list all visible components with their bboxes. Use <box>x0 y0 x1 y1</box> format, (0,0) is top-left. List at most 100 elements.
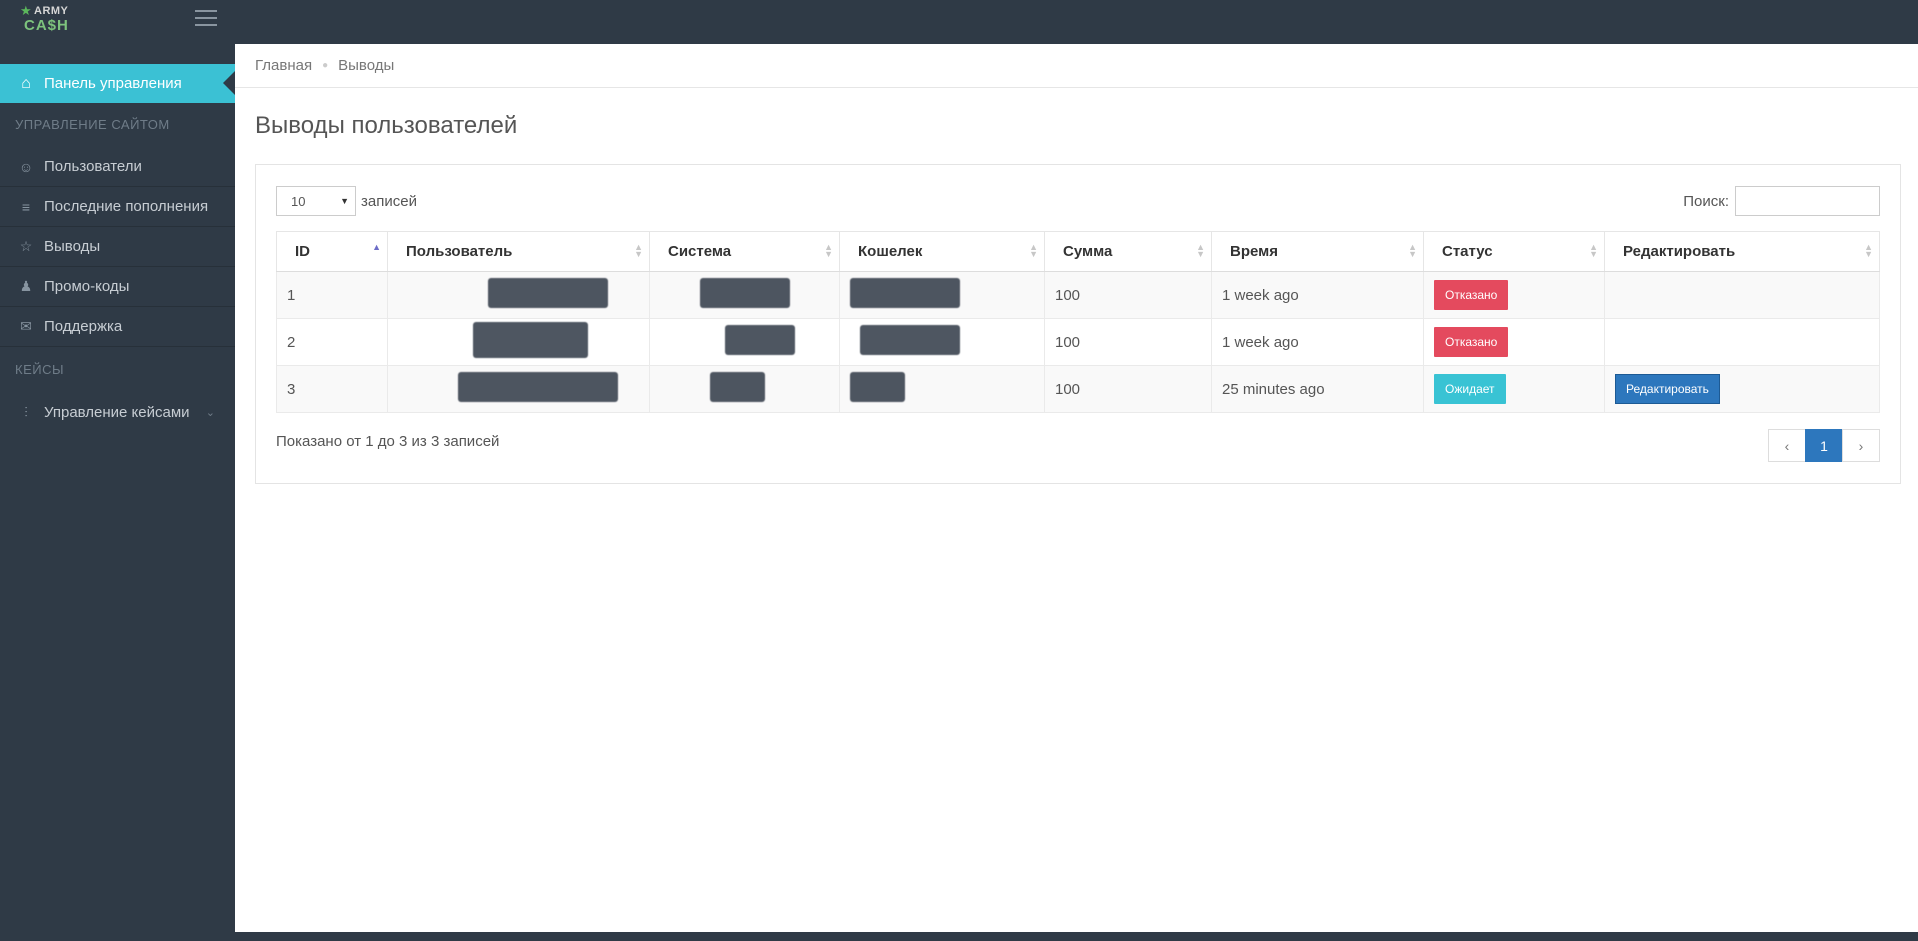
sidebar-item-label: Поддержка <box>44 318 123 335</box>
withdrawals-table: ID ▲ Пользователь ▲ ▼ Система ▲ ▼ Кошелек ▲ ▼ С… <box>276 231 1880 413</box>
star-icon: ☆ <box>19 238 33 254</box>
redaction-scribble <box>458 372 618 402</box>
cell-id: 1 <box>276 271 388 319</box>
breadcrumb-separator: ● <box>322 60 329 71</box>
cell-amount: 100 <box>1044 271 1212 319</box>
sliders-icon: ⫶ <box>24 403 28 420</box>
cell-system-redacted <box>649 318 840 366</box>
table-row: 1 100 1 week ago Отказано <box>276 271 1880 319</box>
cell-system-redacted <box>649 271 840 319</box>
cell-user-redacted <box>387 318 650 366</box>
sort-icon: ▲ ▼ <box>634 242 643 259</box>
sidebar-item-label: Управление кейсами <box>44 403 190 421</box>
redaction-scribble <box>700 278 790 308</box>
column-header-status[interactable]: Статус ▲ ▼ <box>1423 231 1605 272</box>
page-length-suffix: записей <box>361 192 417 210</box>
page-length-control: 10 ▼ записей <box>276 186 417 216</box>
column-header-user[interactable]: Пользователь ▲ ▼ <box>387 231 650 272</box>
column-header-system[interactable]: Система ▲ ▼ <box>649 231 840 272</box>
status-badge: Отказано <box>1434 280 1509 310</box>
table-search: Поиск: <box>1683 186 1880 216</box>
sidebar-item-support[interactable]: ✉ Поддержка <box>0 307 235 347</box>
redaction-scribble <box>860 325 960 355</box>
search-label: Поиск: <box>1683 192 1729 210</box>
pagination-next-button[interactable]: › <box>1842 429 1880 462</box>
users-icon: ♟ <box>19 278 33 294</box>
cell-id: 2 <box>276 318 388 366</box>
cell-status: Ожидает <box>1423 365 1605 413</box>
redaction-scribble <box>473 322 588 358</box>
sidebar-item-label: Последние пополнения <box>44 198 209 215</box>
main-content: Главная ● Выводы Выводы пользователей 10… <box>235 44 1918 932</box>
pagination-prev-button[interactable]: ‹ <box>1768 429 1806 462</box>
table-header-row: ID ▲ Пользователь ▲ ▼ Система ▲ ▼ Кошелек ▲ ▼ С… <box>276 231 1880 272</box>
page-length-value: 10 <box>291 193 306 209</box>
cell-user-redacted <box>387 365 650 413</box>
column-header-edit[interactable]: Редактировать ▲ ▼ <box>1604 231 1880 272</box>
caret-down-icon: ▼ <box>340 196 349 206</box>
sidebar-item-deposits[interactable]: ≡ Последние пополнения <box>0 187 235 227</box>
pagination: ‹ 1 › <box>1768 429 1880 462</box>
pagination-page-button[interactable]: 1 <box>1805 429 1843 462</box>
sort-icon: ▲ ▼ <box>1864 242 1873 259</box>
cell-time: 25 minutes ago <box>1211 365 1424 413</box>
bottom-strip <box>235 932 1918 941</box>
sidebar-item-users[interactable]: ☺ Пользователи <box>0 147 235 187</box>
sidebar-section-site: УПРАВЛЕНИЕ САЙТОМ <box>15 117 170 132</box>
sort-icon: ▲ ▼ <box>1196 242 1205 259</box>
sidebar-section-cases: КЕЙСЫ <box>15 362 64 377</box>
cell-edit <box>1604 271 1880 319</box>
sidebar-item-label: Выводы <box>44 238 101 255</box>
table-row: 2 100 1 week ago Отказано <box>276 318 1880 366</box>
cell-edit: Редактировать <box>1604 365 1880 413</box>
menu-toggle-icon[interactable] <box>195 10 217 28</box>
table-info: Показано от 1 до 3 из 3 записей <box>276 433 500 450</box>
redaction-scribble <box>725 325 795 355</box>
column-header-id[interactable]: ID ▲ <box>276 231 388 272</box>
sort-icon: ▲ ▼ <box>1589 242 1598 259</box>
sidebar: ⌂ Панель управления УПРАВЛЕНИЕ САЙТОМ ☺ … <box>0 44 235 941</box>
column-header-time[interactable]: Время ▲ ▼ <box>1211 231 1424 272</box>
sidebar-item-label: Панель управления <box>44 75 182 92</box>
sidebar-item-withdrawals[interactable]: ☆ Выводы <box>0 227 235 267</box>
sidebar-item-cases[interactable]: ⫶ Управление кейсами ⌄ <box>0 392 235 432</box>
search-input[interactable] <box>1735 186 1880 216</box>
withdrawals-panel: 10 ▼ записей Поиск: ID ▲ Пользователь ▲ ▼ С… <box>255 164 1901 484</box>
table-row: 3 100 25 minutes ago Ожидает Редактирова… <box>276 365 1880 413</box>
home-icon: ⌂ <box>21 74 31 92</box>
sort-icon: ▲ ▼ <box>824 242 833 259</box>
cell-status: Отказано <box>1423 318 1605 366</box>
breadcrumb-home[interactable]: Главная <box>255 57 312 74</box>
cell-amount: 100 <box>1044 318 1212 366</box>
sidebar-item-dashboard[interactable]: ⌂ Панель управления <box>0 64 235 103</box>
envelope-icon: ✉ <box>20 318 32 334</box>
status-badge: Отказано <box>1434 327 1509 357</box>
cell-amount: 100 <box>1044 365 1212 413</box>
redaction-scribble <box>850 372 905 402</box>
chevron-down-icon: ⌄ <box>205 406 215 419</box>
breadcrumb-current: Выводы <box>338 57 395 74</box>
cell-status: Отказано <box>1423 271 1605 319</box>
top-navbar: ★ ARMY CA$H <box>0 0 1918 44</box>
logo-text-bottom: CA$H <box>24 17 69 34</box>
column-header-amount[interactable]: Сумма ▲ ▼ <box>1044 231 1212 272</box>
status-badge: Ожидает <box>1434 374 1506 404</box>
edit-button[interactable]: Редактировать <box>1615 374 1720 404</box>
sidebar-item-promocodes[interactable]: ♟ Промо-коды <box>0 267 235 307</box>
cell-time: 1 week ago <box>1211 318 1424 366</box>
redaction-scribble <box>850 278 960 308</box>
column-header-wallet[interactable]: Кошелек ▲ ▼ <box>839 231 1045 272</box>
cell-edit <box>1604 318 1880 366</box>
cell-system-redacted <box>649 365 840 413</box>
sort-icon: ▲ ▼ <box>1029 242 1038 259</box>
sidebar-item-label: Промо-коды <box>44 278 130 295</box>
redaction-scribble <box>710 372 765 402</box>
cell-wallet-redacted <box>839 271 1045 319</box>
sort-asc-icon: ▲ <box>372 242 381 252</box>
brand-logo[interactable]: ★ ARMY CA$H <box>20 3 80 39</box>
database-icon: ≡ <box>21 198 31 215</box>
cell-id: 3 <box>276 365 388 413</box>
page-title: Выводы пользователей <box>255 112 518 139</box>
logo-text-top: ARMY <box>34 5 69 17</box>
page-length-select[interactable]: 10 ▼ <box>276 186 356 216</box>
